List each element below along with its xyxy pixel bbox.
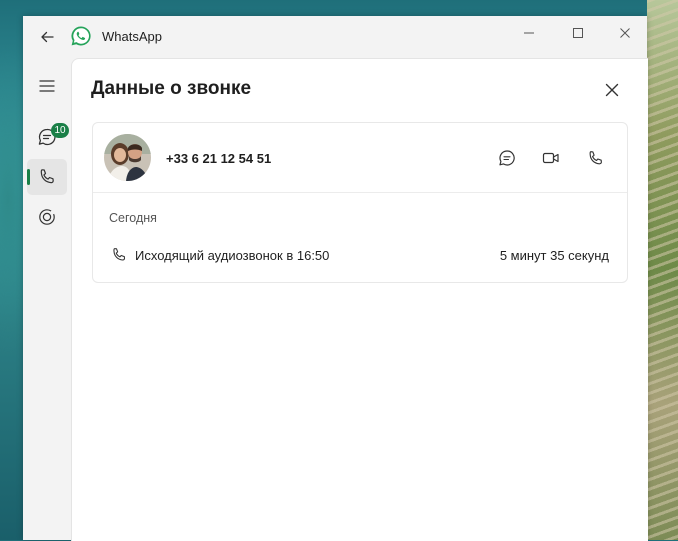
message-button[interactable] (495, 147, 519, 169)
close-panel-button[interactable] (600, 78, 624, 102)
menu-button[interactable] (27, 68, 67, 104)
status-ring-icon (39, 209, 55, 225)
message-icon (499, 150, 515, 166)
call-day-label: Сегодня (109, 211, 157, 225)
call-duration: 5 минут 35 секунд (499, 248, 609, 263)
outgoing-call-icon (113, 248, 126, 261)
close-window-button[interactable] (605, 22, 645, 44)
whatsapp-window: WhatsApp 10 Данные о звонке +33 6 21 12 … (23, 16, 648, 541)
call-details-panel: Данные о звонке +33 6 21 12 54 51 Сегодн… (71, 58, 648, 541)
phone-icon (40, 169, 54, 184)
title-bar: WhatsApp (23, 16, 647, 56)
whatsapp-logo-icon (71, 26, 91, 46)
desktop-wallpaper (647, 0, 678, 540)
sidebar-item-calls[interactable] (27, 159, 67, 195)
maximize-button[interactable] (558, 22, 598, 44)
maximize-icon (573, 28, 583, 38)
sidebar: 10 (23, 56, 71, 540)
back-button[interactable] (33, 26, 61, 48)
contact-photo-icon (104, 134, 151, 181)
sidebar-item-status[interactable] (27, 199, 67, 235)
panel-title: Данные о звонке (91, 78, 252, 99)
video-call-button[interactable] (539, 147, 563, 169)
hamburger-menu-icon (39, 80, 55, 92)
app-title: WhatsApp (102, 29, 162, 44)
call-description: Исходящий аудиозвонок в 16:50 (135, 248, 330, 263)
voice-call-button[interactable] (583, 147, 607, 169)
call-log-entry: Исходящий аудиозвонок в 16:50 5 минут 35… (93, 243, 627, 269)
close-icon (620, 28, 630, 38)
arrow-left-icon (41, 31, 54, 43)
phone-icon (589, 150, 602, 164)
video-camera-icon (542, 152, 559, 164)
avatar[interactable] (104, 134, 151, 181)
minimize-button[interactable] (509, 22, 549, 44)
sidebar-item-chats[interactable]: 10 (27, 119, 69, 155)
chats-unread-badge: 10 (51, 123, 69, 138)
call-details-card: +33 6 21 12 54 51 Сегодня Исходящий ауди… (92, 122, 628, 283)
close-icon (605, 83, 619, 97)
contact-row: +33 6 21 12 54 51 (93, 123, 627, 193)
minimize-icon (524, 32, 534, 34)
contact-number: +33 6 21 12 54 51 (166, 151, 272, 166)
active-indicator (27, 169, 30, 185)
